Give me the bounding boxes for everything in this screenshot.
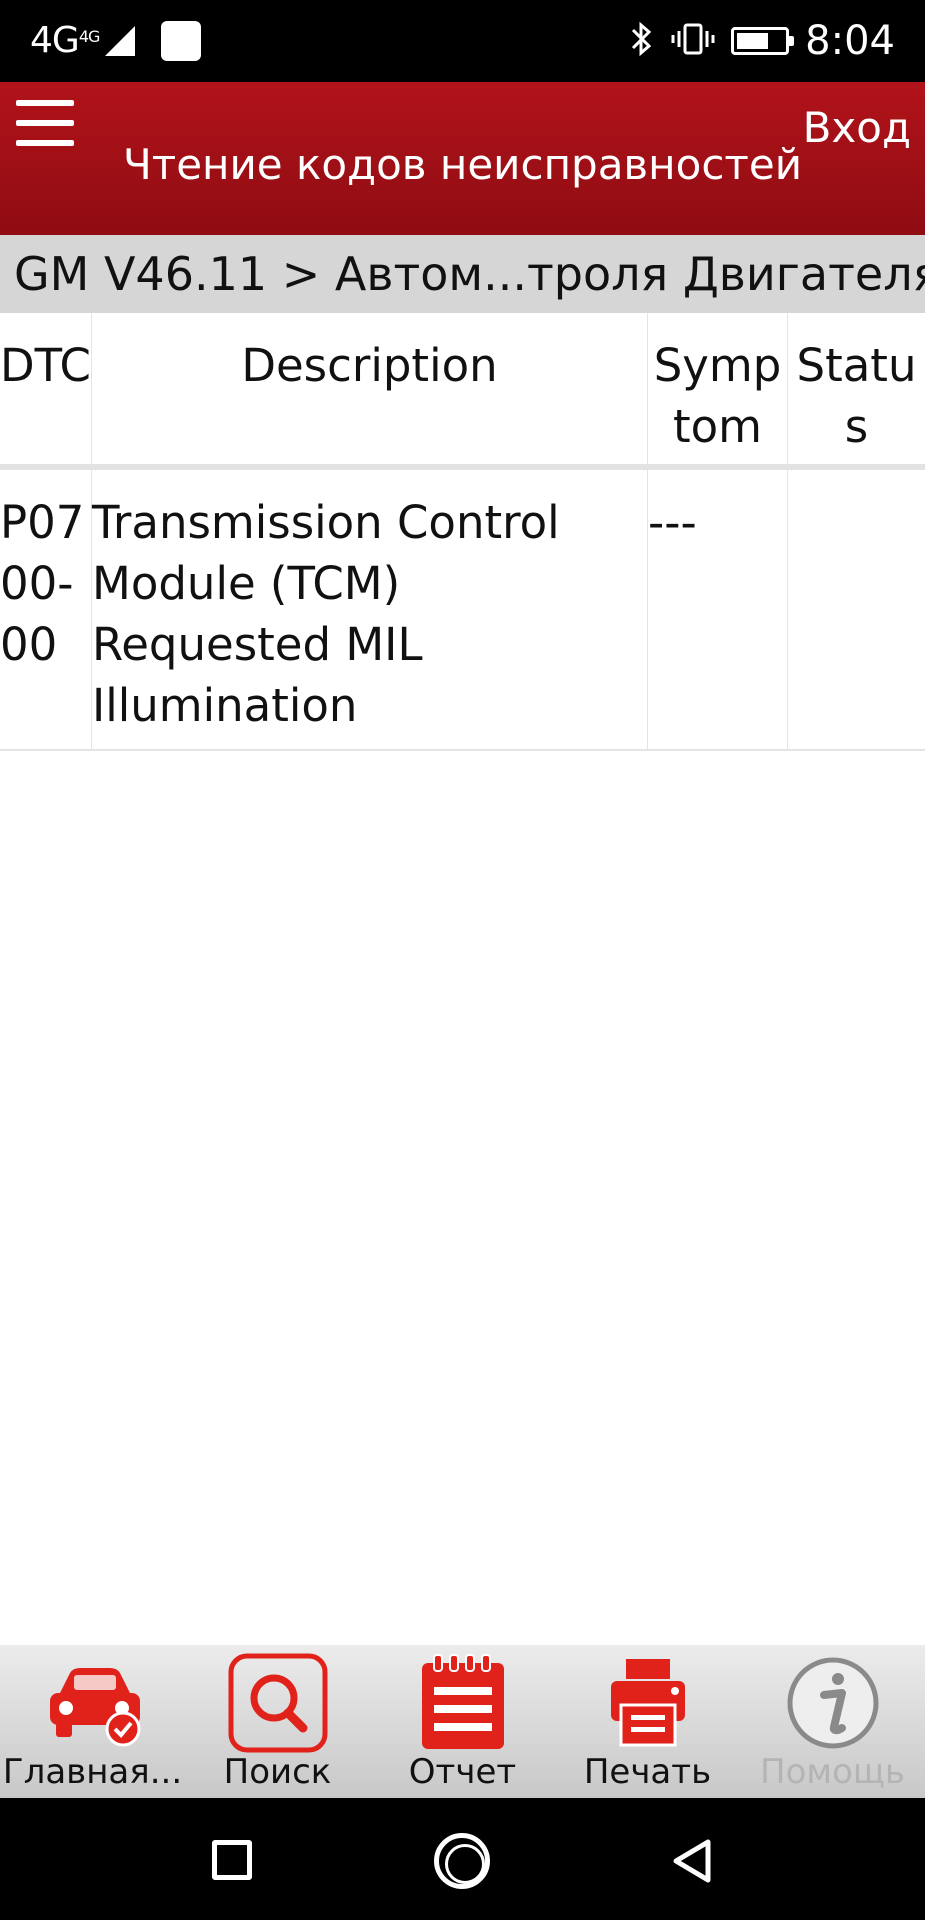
vibrate-icon [671, 22, 715, 60]
column-header-description[interactable]: Description [92, 313, 648, 464]
help-label: Помощь [760, 1752, 905, 1792]
network-indicator: 4G4G [30, 18, 101, 64]
signal-icon [105, 26, 136, 56]
column-header-symptom[interactable]: Symptom [648, 313, 788, 464]
search-button[interactable]: Поиск [185, 1645, 370, 1798]
report-icon [421, 1654, 504, 1749]
home-nav-icon[interactable] [434, 1833, 490, 1889]
status-right: 8:04 [629, 18, 895, 64]
bottom-toolbar: Главная... Поиск Отчет Печать Помощь [0, 1645, 925, 1798]
bluetooth-icon [629, 20, 655, 62]
dtc-table: DTC Description Symptom Status P0700-00 … [0, 313, 925, 751]
system-nav-bar [0, 1798, 925, 1920]
report-button[interactable]: Отчет [370, 1645, 555, 1798]
app-bar: Чтение кодов неисправностей Вход [0, 82, 925, 235]
dtc-description: Transmission Control Module (TCM) Reques… [92, 470, 648, 749]
dtc-symptom: --- [648, 470, 788, 749]
recents-icon[interactable] [212, 1840, 252, 1880]
home-label: Главная... [2, 1752, 183, 1792]
back-icon[interactable] [668, 1836, 718, 1886]
page-title: Чтение кодов неисправностей [122, 140, 803, 189]
menu-line [16, 100, 74, 106]
info-icon [787, 1657, 878, 1749]
column-header-status[interactable]: Status [788, 313, 925, 464]
battery-icon [731, 27, 795, 55]
breadcrumb: GM V46.11 > Автом...троля Двигателя [0, 235, 925, 313]
home-button[interactable]: Главная... [0, 1645, 185, 1798]
network-sup-label: 4G [78, 27, 101, 46]
column-header-dtc[interactable]: DTC [0, 313, 92, 464]
login-button[interactable]: Вход [803, 102, 911, 154]
status-bar: 4G4G 8:04 [0, 0, 925, 82]
table-header: DTC Description Symptom Status [0, 313, 925, 470]
search-label: Поиск [223, 1752, 332, 1792]
car-check-icon [49, 1668, 140, 1747]
status-left: 4G4G [30, 18, 202, 64]
battery-fill [737, 33, 769, 49]
report-label: Отчет [408, 1752, 517, 1792]
print-label: Печать [583, 1752, 712, 1792]
print-button[interactable]: Печать [555, 1645, 740, 1798]
printer-icon [610, 1659, 685, 1747]
table-row[interactable]: P0700-00 Transmission Control Module (TC… [0, 470, 925, 751]
network-label: 4G [30, 20, 80, 61]
menu-line [16, 120, 74, 126]
dtc-status [788, 470, 925, 749]
help-button[interactable]: Помощь [740, 1645, 925, 1798]
notification-icon [161, 21, 202, 61]
clock: 8:04 [805, 18, 895, 64]
search-icon [228, 1653, 327, 1753]
dtc-code: P0700-00 [0, 470, 92, 749]
